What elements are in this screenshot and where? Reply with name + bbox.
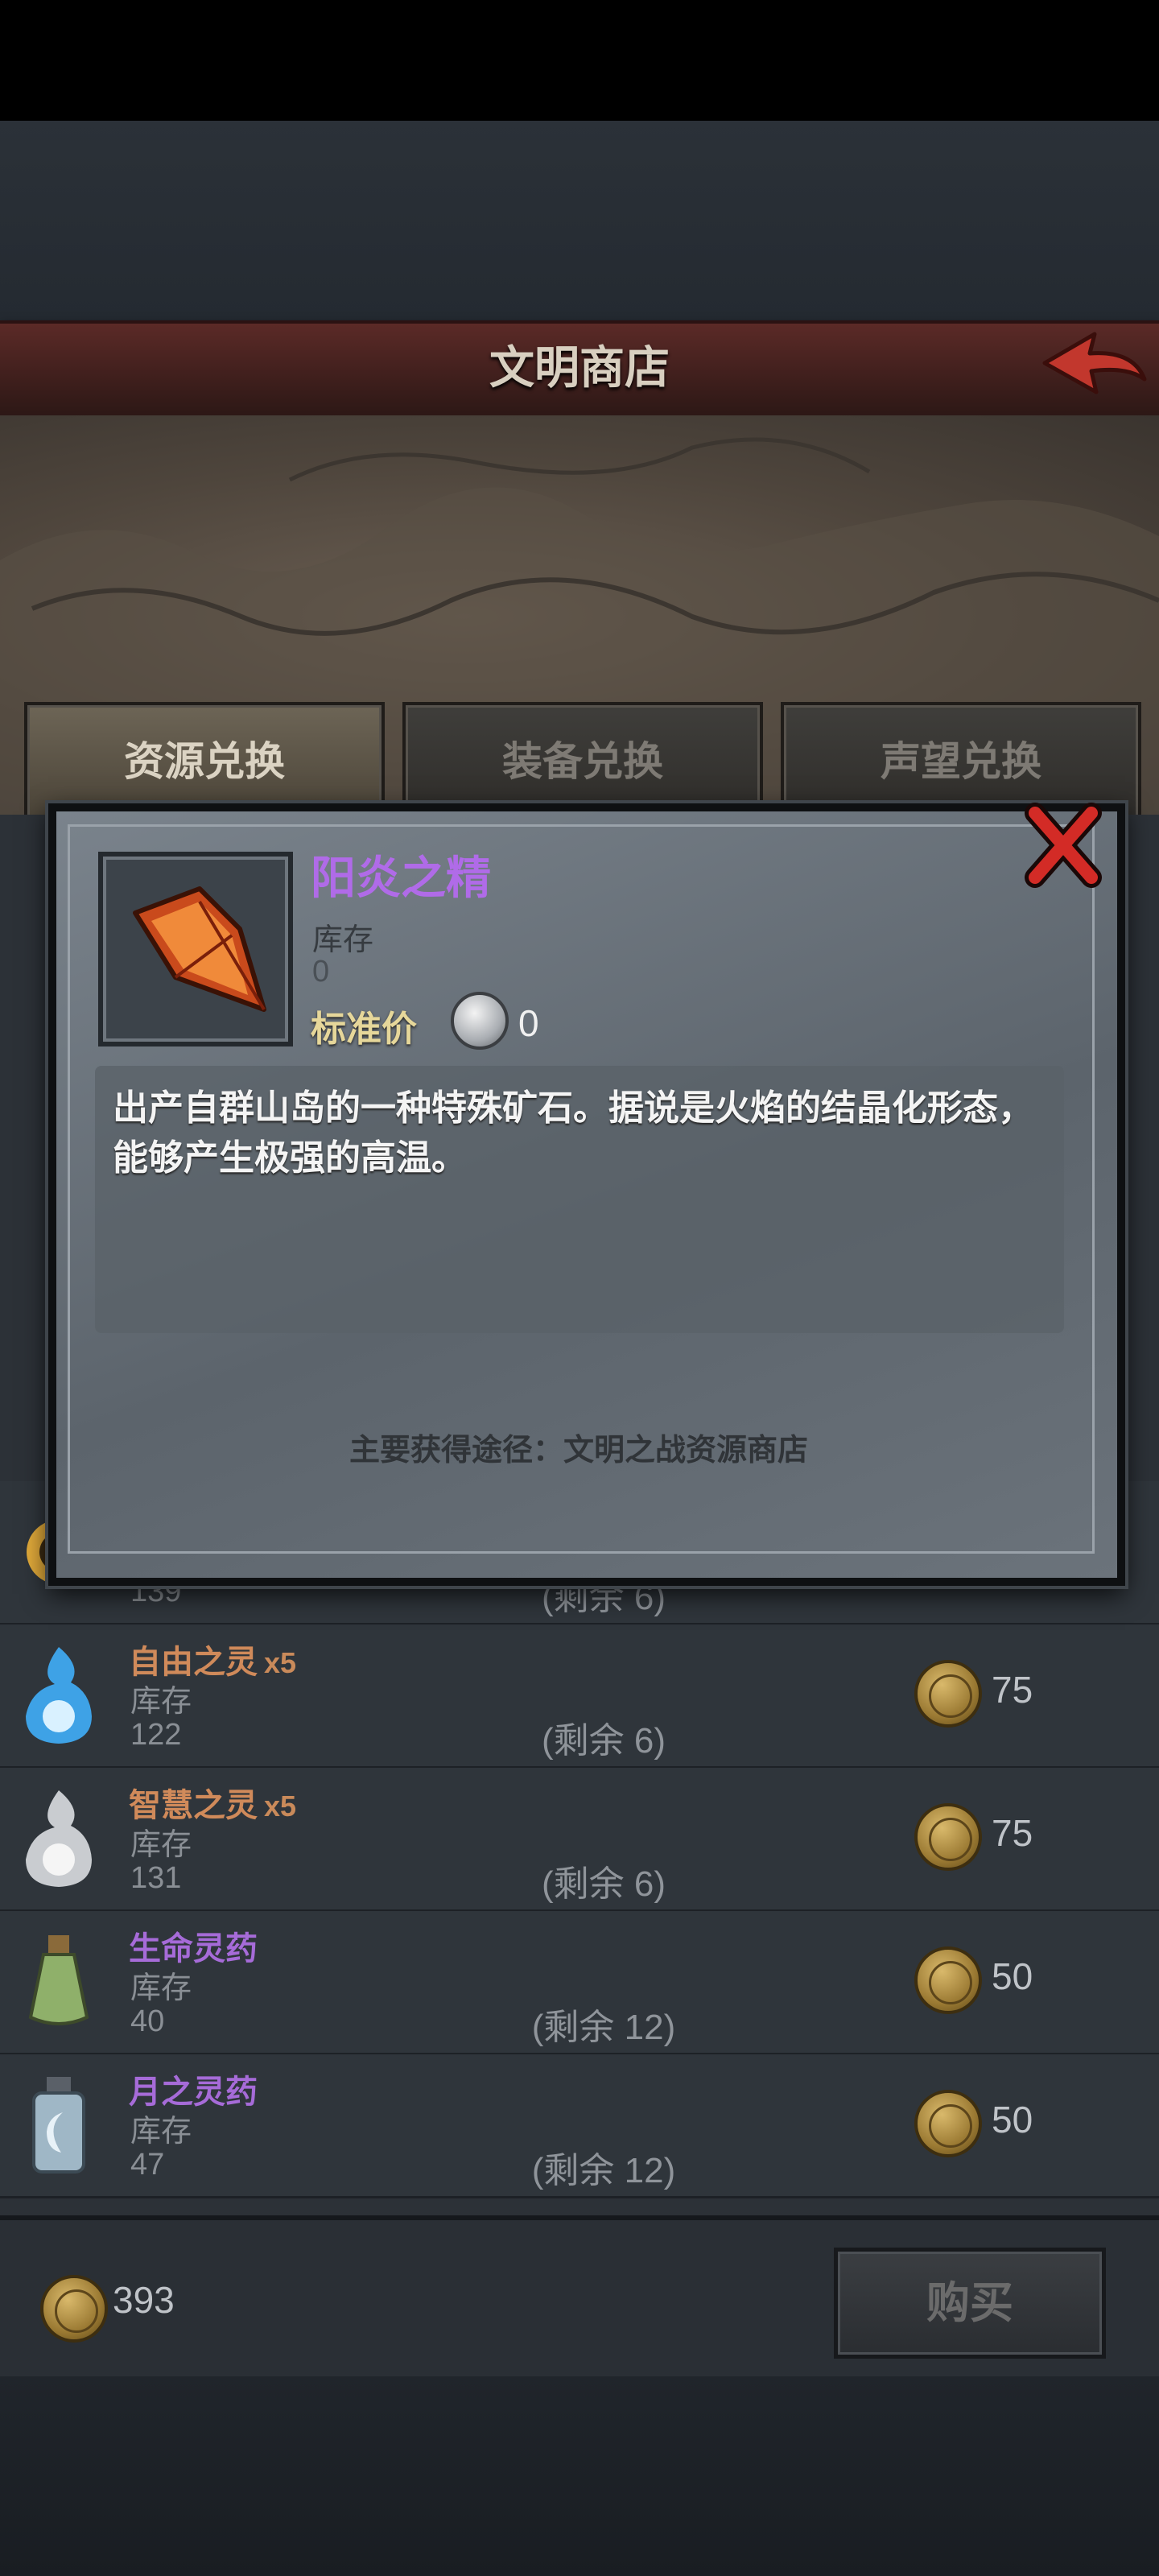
close-icon[interactable] (1019, 797, 1107, 894)
gold-coin-icon (40, 2275, 108, 2343)
life-potion-icon (28, 1935, 89, 2025)
price: 50 (992, 2099, 1033, 2140)
stock-value: 122 (130, 1718, 182, 1752)
bottom-background (0, 2376, 1159, 2576)
blue-flame-icon (26, 1647, 92, 1744)
popup-stock-value: 0 (312, 955, 330, 989)
gold-coin-icon (914, 1803, 982, 1871)
item-description: 出产自群山岛的一种特殊矿石。据说是火焰的结晶化形态，能够产生极强的高温。 (113, 1088, 1033, 1178)
standard-price-value: 0 (518, 1002, 539, 1044)
fire-crystal-icon (133, 886, 266, 1012)
moon-potion-icon (32, 2077, 85, 2174)
gold-coin-icon (914, 1946, 982, 2014)
list-item[interactable]: 自由之灵 x5 库存 122 (剩余 6) 75 (0, 1624, 1159, 1769)
white-flame-icon (26, 1790, 92, 1887)
stock-value: 47 (130, 2148, 165, 2182)
remaining-count: (剩余 6) (542, 1864, 666, 1904)
coin-balance: 393 (113, 2279, 175, 2321)
list-item[interactable]: 月之灵药 库存 47 (剩余 12) 50 (0, 2054, 1159, 2198)
popup-stock-label: 库存 (312, 923, 374, 957)
list-item[interactable]: 智慧之灵 x5 库存 131 (剩余 6) 75 (0, 1768, 1159, 1912)
list-item[interactable]: 生命灵药 库存 40 (剩余 12) 50 (0, 1911, 1159, 2055)
item-icon-frame (98, 852, 293, 1046)
silver-coin-icon (451, 992, 509, 1050)
stock-label: 库存 (130, 1971, 192, 2005)
stock-label: 库存 (130, 1685, 192, 1719)
gold-coin-icon (914, 2090, 982, 2157)
remaining-count: (剩余 12) (531, 2151, 676, 2190)
status-bar (0, 0, 1159, 121)
price: 50 (992, 1955, 1033, 1997)
page-title: 文明商店 (489, 342, 670, 393)
back-arrow-icon[interactable] (1038, 326, 1151, 407)
gold-coin-icon (914, 1660, 982, 1728)
stock-value: 131 (130, 1861, 182, 1895)
remaining-count: (剩余 12) (531, 2008, 676, 2047)
popup-item-name: 阳炎之精 (311, 852, 491, 903)
price: 75 (992, 1812, 1033, 1854)
price: 75 (992, 1669, 1033, 1711)
buy-button[interactable]: 购买 (834, 2248, 1106, 2359)
standard-price-label: 标准价 (311, 1009, 417, 1049)
stock-label: 库存 (130, 1828, 192, 1862)
acquisition-source: 主要获得途径：文明之战资源商店 (349, 1434, 808, 1468)
remaining-count: (剩余 6) (542, 1721, 666, 1761)
top-background (0, 121, 1159, 322)
stock-label: 库存 (130, 2115, 192, 2149)
stock-value: 40 (130, 2004, 165, 2038)
